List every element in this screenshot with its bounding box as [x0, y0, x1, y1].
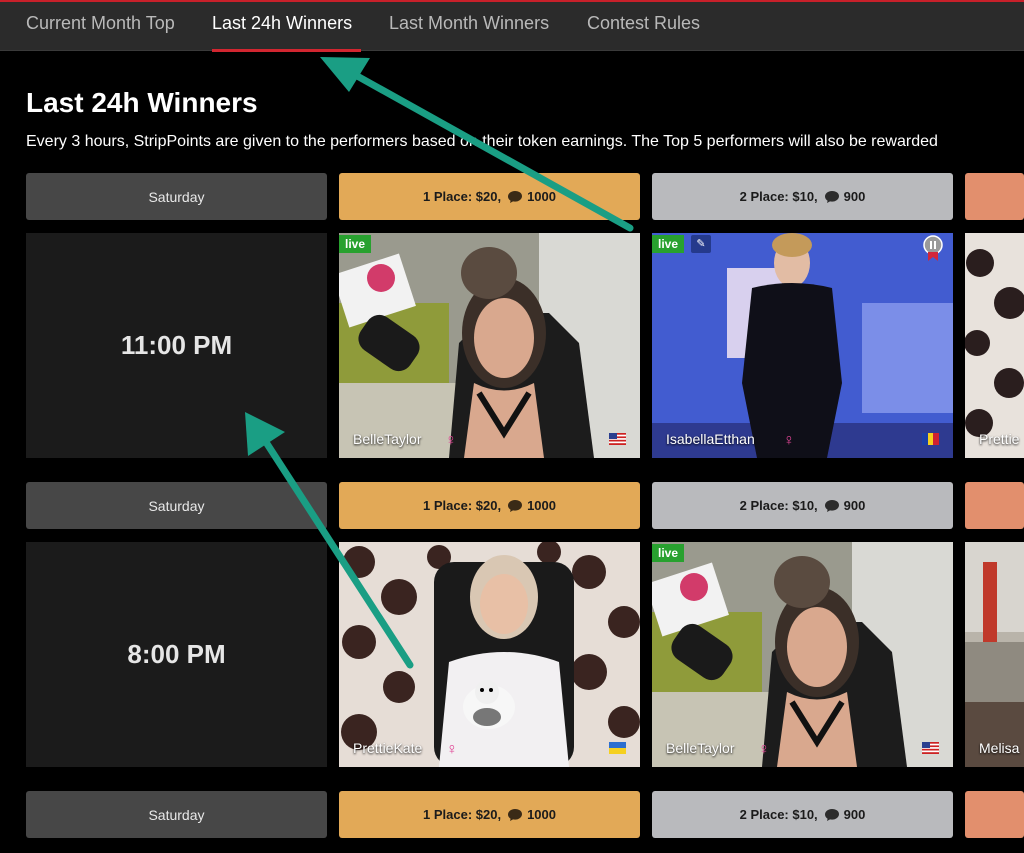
tab-last-24h-winners[interactable]: Last 24h Winners — [212, 13, 352, 34]
performer-name[interactable]: PrettieKate — [353, 740, 422, 756]
first-place-prize: 1 Place: $20, 1000 — [339, 791, 640, 838]
female-icon: ♀ — [783, 432, 795, 449]
first-place-prize: 1 Place: $20, 1000 — [339, 482, 640, 529]
performer-card[interactable]: live ✎ IsabellaEtthan ♀ — [652, 233, 953, 458]
time-slot: 11:00 PM — [26, 233, 327, 458]
tab-bar: Current Month Top Last 24h Winners Last … — [0, 2, 1024, 52]
third-place-prize — [965, 791, 1024, 838]
performer-card[interactable]: Melisa — [965, 542, 1024, 767]
performer-thumbnail — [652, 542, 953, 767]
active-tab-indicator — [212, 49, 361, 52]
prize-label: 2 Place: $10, — [739, 498, 818, 513]
prize-label: 1 Place: $20, — [423, 498, 502, 513]
prize-label: 2 Place: $10, — [739, 807, 818, 822]
romania-flag-icon — [922, 433, 939, 445]
third-place-prize — [965, 482, 1024, 529]
token-icon — [508, 499, 523, 512]
performer-card[interactable]: PrettieKate ♀ — [339, 542, 640, 767]
tab-contest-rules[interactable]: Contest Rules — [587, 13, 700, 34]
day-label: Saturday — [26, 791, 327, 838]
female-icon: ♀ — [758, 741, 770, 758]
live-badge: live — [652, 544, 685, 562]
live-badge: live — [339, 235, 372, 253]
prize-points: 1000 — [527, 807, 556, 822]
tab-current-month-top[interactable]: Current Month Top — [26, 13, 175, 34]
performer-name[interactable]: BelleTaylor — [353, 431, 421, 447]
us-flag-icon — [922, 742, 939, 754]
award-pin-icon — [923, 235, 943, 261]
female-icon: ♀ — [445, 432, 457, 449]
prize-label: 1 Place: $20, — [423, 189, 502, 204]
female-icon: ♀ — [446, 741, 458, 758]
performer-name[interactable]: IsabellaEtthan — [666, 431, 755, 447]
performer-thumbnail — [965, 542, 1024, 767]
first-place-prize: 1 Place: $20, 1000 — [339, 173, 640, 220]
performer-card[interactable]: Prettie — [965, 233, 1024, 458]
time-slot: 8:00 PM — [26, 542, 327, 767]
page-description: Every 3 hours, StripPoints are given to … — [26, 133, 938, 150]
performer-card[interactable]: live BelleTaylor ♀ — [339, 233, 640, 458]
performer-thumbnail — [339, 542, 640, 767]
prize-points: 900 — [843, 189, 866, 204]
prize-points: 900 — [843, 498, 866, 513]
performer-card[interactable]: live BelleTaylor ♀ — [652, 542, 953, 767]
token-icon — [508, 190, 523, 203]
performer-thumbnail — [652, 233, 953, 458]
performer-name[interactable]: BelleTaylor — [666, 740, 734, 756]
prize-label: 1 Place: $20, — [423, 807, 502, 822]
performer-name[interactable]: Melisa — [979, 740, 1019, 756]
performer-name[interactable]: Prettie — [979, 431, 1019, 447]
performer-thumbnail — [965, 233, 1024, 458]
day-label: Saturday — [26, 173, 327, 220]
live-badge: live — [652, 235, 685, 253]
day-label: Saturday — [26, 482, 327, 529]
prize-points: 1000 — [527, 189, 556, 204]
hd-icon: ✎ — [691, 235, 711, 253]
prize-points: 900 — [843, 807, 866, 822]
tab-last-month-winners[interactable]: Last Month Winners — [389, 13, 549, 34]
token-icon — [824, 499, 839, 512]
second-place-prize: 2 Place: $10, 900 — [652, 173, 953, 220]
token-icon — [824, 808, 839, 821]
third-place-prize — [965, 173, 1024, 220]
second-place-prize: 2 Place: $10, 900 — [652, 482, 953, 529]
prize-points: 1000 — [527, 498, 556, 513]
token-icon — [508, 808, 523, 821]
page-title: Last 24h Winners — [26, 87, 258, 118]
us-flag-icon — [609, 433, 626, 445]
performer-thumbnail — [339, 233, 640, 458]
prize-label: 2 Place: $10, — [739, 189, 818, 204]
ukraine-flag-icon — [609, 742, 626, 754]
second-place-prize: 2 Place: $10, 900 — [652, 791, 953, 838]
token-icon — [824, 190, 839, 203]
